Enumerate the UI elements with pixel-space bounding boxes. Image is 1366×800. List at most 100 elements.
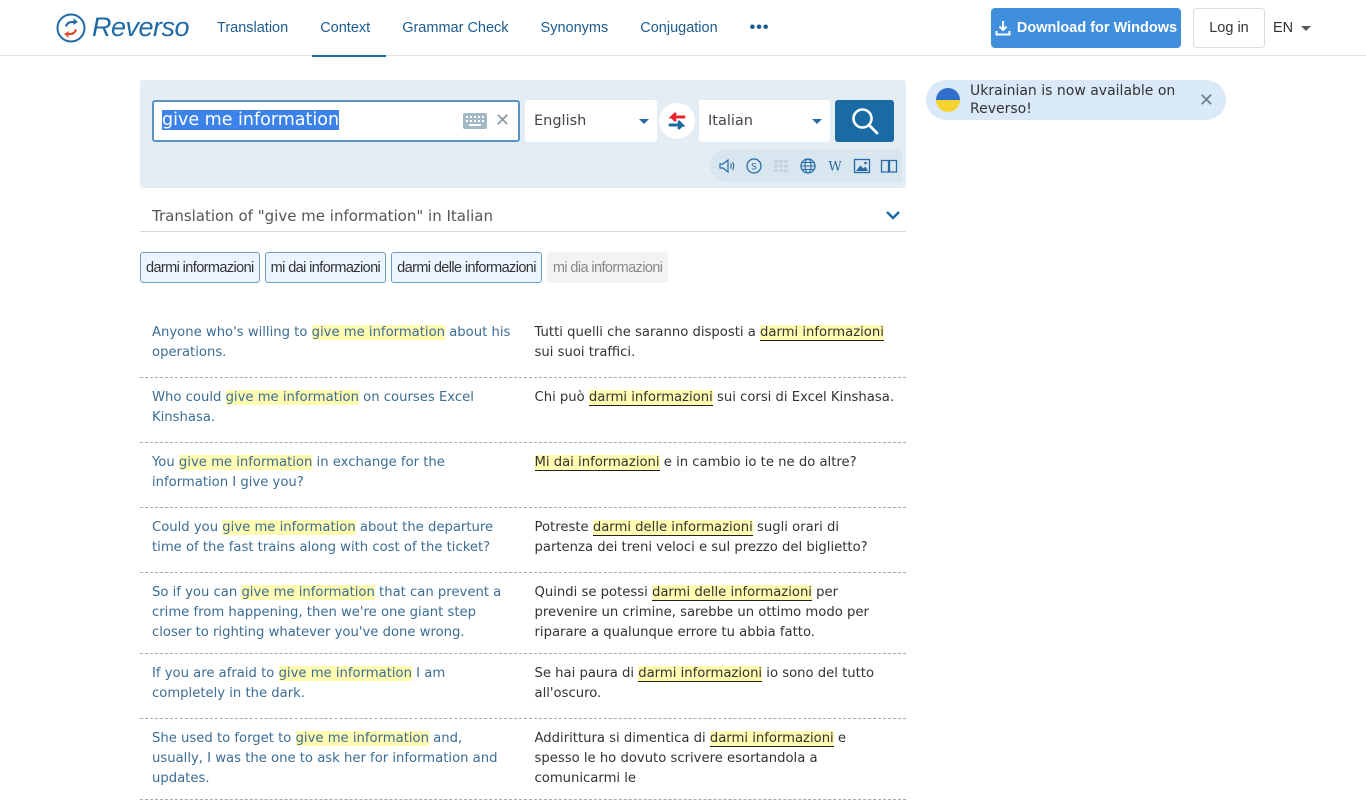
nav-more-button[interactable]: ••• [734, 0, 786, 56]
sentence-text: If you are afraid to [152, 666, 279, 681]
sentence-text: So if you can [152, 585, 242, 600]
highlighted-term[interactable]: darmi informazioni [638, 666, 763, 682]
sentence-text: Chi può [534, 390, 589, 405]
clear-icon[interactable]: ✕ [495, 112, 510, 130]
ukraine-flag-icon [936, 88, 960, 112]
login-button[interactable]: Log in [1193, 8, 1265, 48]
close-icon[interactable]: ✕ [1199, 90, 1214, 111]
ui-language-label: EN [1273, 20, 1294, 36]
image-icon[interactable] [853, 157, 871, 175]
login-label: Log in [1209, 20, 1249, 36]
source-sentence: So if you can give me information that c… [152, 583, 535, 643]
highlighted-term[interactable]: give me information [241, 585, 375, 600]
nav-translation[interactable]: Translation [201, 0, 304, 56]
sentence-text: Tutti quelli che saranno disposti a [534, 325, 760, 340]
speaker-icon[interactable] [718, 157, 736, 175]
source-sentence: Anyone who's willing to give me informat… [152, 323, 535, 367]
source-sentence: Who could give me information on courses… [152, 388, 535, 432]
source-sentence: You give me information in exchange for … [152, 453, 535, 497]
highlighted-term[interactable]: darmi delle informazioni [651, 585, 812, 601]
sentence-text: Quindi se potessi [534, 585, 652, 600]
reverso-logo[interactable]: Reverso [56, 12, 190, 43]
highlighted-term[interactable]: give me information [225, 390, 359, 405]
highlighted-term[interactable]: Mi dai informazioni [534, 455, 660, 471]
nav-conjugation[interactable]: Conjugation [624, 0, 733, 56]
highlighted-term[interactable]: darmi informazioni [588, 390, 713, 406]
sentence-text: Se hai paura di [534, 666, 639, 681]
translation-chip[interactable]: darmi delle informazioni [391, 252, 542, 283]
sentence-text: Potreste [534, 520, 593, 535]
target-sentence: Mi dai informazioni e in cambio io te ne… [534, 453, 895, 497]
svg-text:S: S [751, 162, 757, 172]
more-icon: ••• [749, 19, 770, 36]
source-language-select[interactable]: English [525, 100, 657, 142]
grid-icon[interactable] [772, 157, 790, 175]
highlighted-term[interactable]: give me information [295, 731, 429, 746]
svg-text:W: W [828, 159, 842, 174]
nav-synonyms[interactable]: Synonyms [525, 0, 625, 56]
ui-language-selector[interactable]: EN [1273, 18, 1312, 38]
swap-icon [668, 112, 686, 130]
target-sentence: Potreste darmi delle informazioni sugli … [535, 518, 895, 562]
download-label: Download for Windows [1016, 20, 1178, 36]
search-query-text: give me information [162, 110, 340, 130]
source-sentence: Could you give me information about the … [152, 518, 535, 562]
keyboard-icon[interactable] [463, 113, 487, 129]
highlighted-term[interactable]: darmi informazioni [760, 325, 884, 341]
highlighted-term[interactable]: give me information [278, 666, 412, 681]
caret-down-icon [639, 119, 649, 124]
highlighted-term[interactable]: give me information [178, 455, 313, 470]
sentence-text: You [152, 455, 179, 470]
download-icon [995, 21, 1011, 36]
sentence-text: e in cambio io te ne do altre? [659, 455, 857, 470]
translation-chips: darmi informazioni mi dai informazioni d… [140, 252, 669, 283]
nav-label: Synonyms [540, 20, 609, 36]
sentence-text: Addirittura si dimentica di [534, 731, 710, 746]
chip-label: darmi delle informazioni [397, 259, 536, 276]
translation-chip[interactable]: darmi informazioni [140, 252, 260, 283]
download-windows-button[interactable]: Download for Windows [991, 8, 1181, 48]
sentence-text: sui corsi di Excel Kinshasa. [712, 390, 895, 405]
nav-label: Translation [217, 20, 289, 36]
sentence-text: She used to forget to [152, 731, 296, 746]
swap-languages-button[interactable] [659, 103, 695, 139]
search-input[interactable]: give me information ✕ [152, 100, 520, 142]
highlighted-term[interactable]: give me information [311, 325, 446, 340]
translation-header[interactable]: Translation of "give me information" in … [140, 200, 906, 232]
target-sentence: Addirittura si dimentica di darmi inform… [535, 729, 895, 789]
chip-label: darmi informazioni [146, 259, 254, 276]
translation-title: Translation of "give me information" in … [152, 207, 494, 225]
sentence-text: Could you [152, 520, 223, 535]
highlighted-term[interactable]: darmi delle informazioni [592, 520, 753, 536]
target-sentence: Se hai paura di darmi informazioni io so… [535, 664, 895, 708]
nav-grammar-check[interactable]: Grammar Check [386, 0, 524, 56]
sentence-text: sui suoi traffici. [534, 345, 636, 360]
nav-label: Context [320, 20, 371, 36]
example-row: So if you can give me information that c… [140, 573, 906, 654]
globe-icon[interactable] [799, 157, 817, 175]
source-sentence: She used to forget to give me informatio… [152, 729, 535, 789]
search-button[interactable] [835, 100, 894, 142]
translation-chip[interactable]: mi dai informazioni [264, 252, 387, 283]
chevron-down-icon[interactable] [884, 206, 902, 224]
example-row: Who could give me information on courses… [140, 378, 906, 443]
highlighted-term[interactable]: darmi informazioni [709, 731, 834, 747]
nav-context[interactable]: Context [304, 0, 387, 57]
dictionary-icon[interactable] [880, 157, 898, 175]
ukrainian-banner: Ukrainian is now available on Reverso! ✕ [926, 80, 1226, 120]
wikipedia-icon[interactable]: W [826, 157, 844, 175]
tools-bar: S W [710, 149, 902, 182]
example-row: You give me information in exchange for … [140, 443, 906, 508]
target-sentence: Quindi se potessi darmi delle informazio… [535, 583, 895, 643]
nav-label: Conjugation [640, 20, 718, 36]
synonyms-icon[interactable]: S [745, 157, 763, 175]
search-icon [851, 108, 878, 135]
highlighted-term[interactable]: give me information [222, 520, 356, 535]
example-row: If you are afraid to give me information… [140, 654, 906, 719]
sentence-text: Anyone who's willing to [152, 325, 312, 340]
logo-text: Reverso [92, 12, 190, 42]
target-language-select[interactable]: Italian [699, 100, 830, 142]
translation-chip[interactable]: mi dia informazioni [546, 252, 669, 283]
example-list: Anyone who's willing to give me informat… [140, 313, 906, 800]
source-language-label: English [534, 113, 587, 129]
